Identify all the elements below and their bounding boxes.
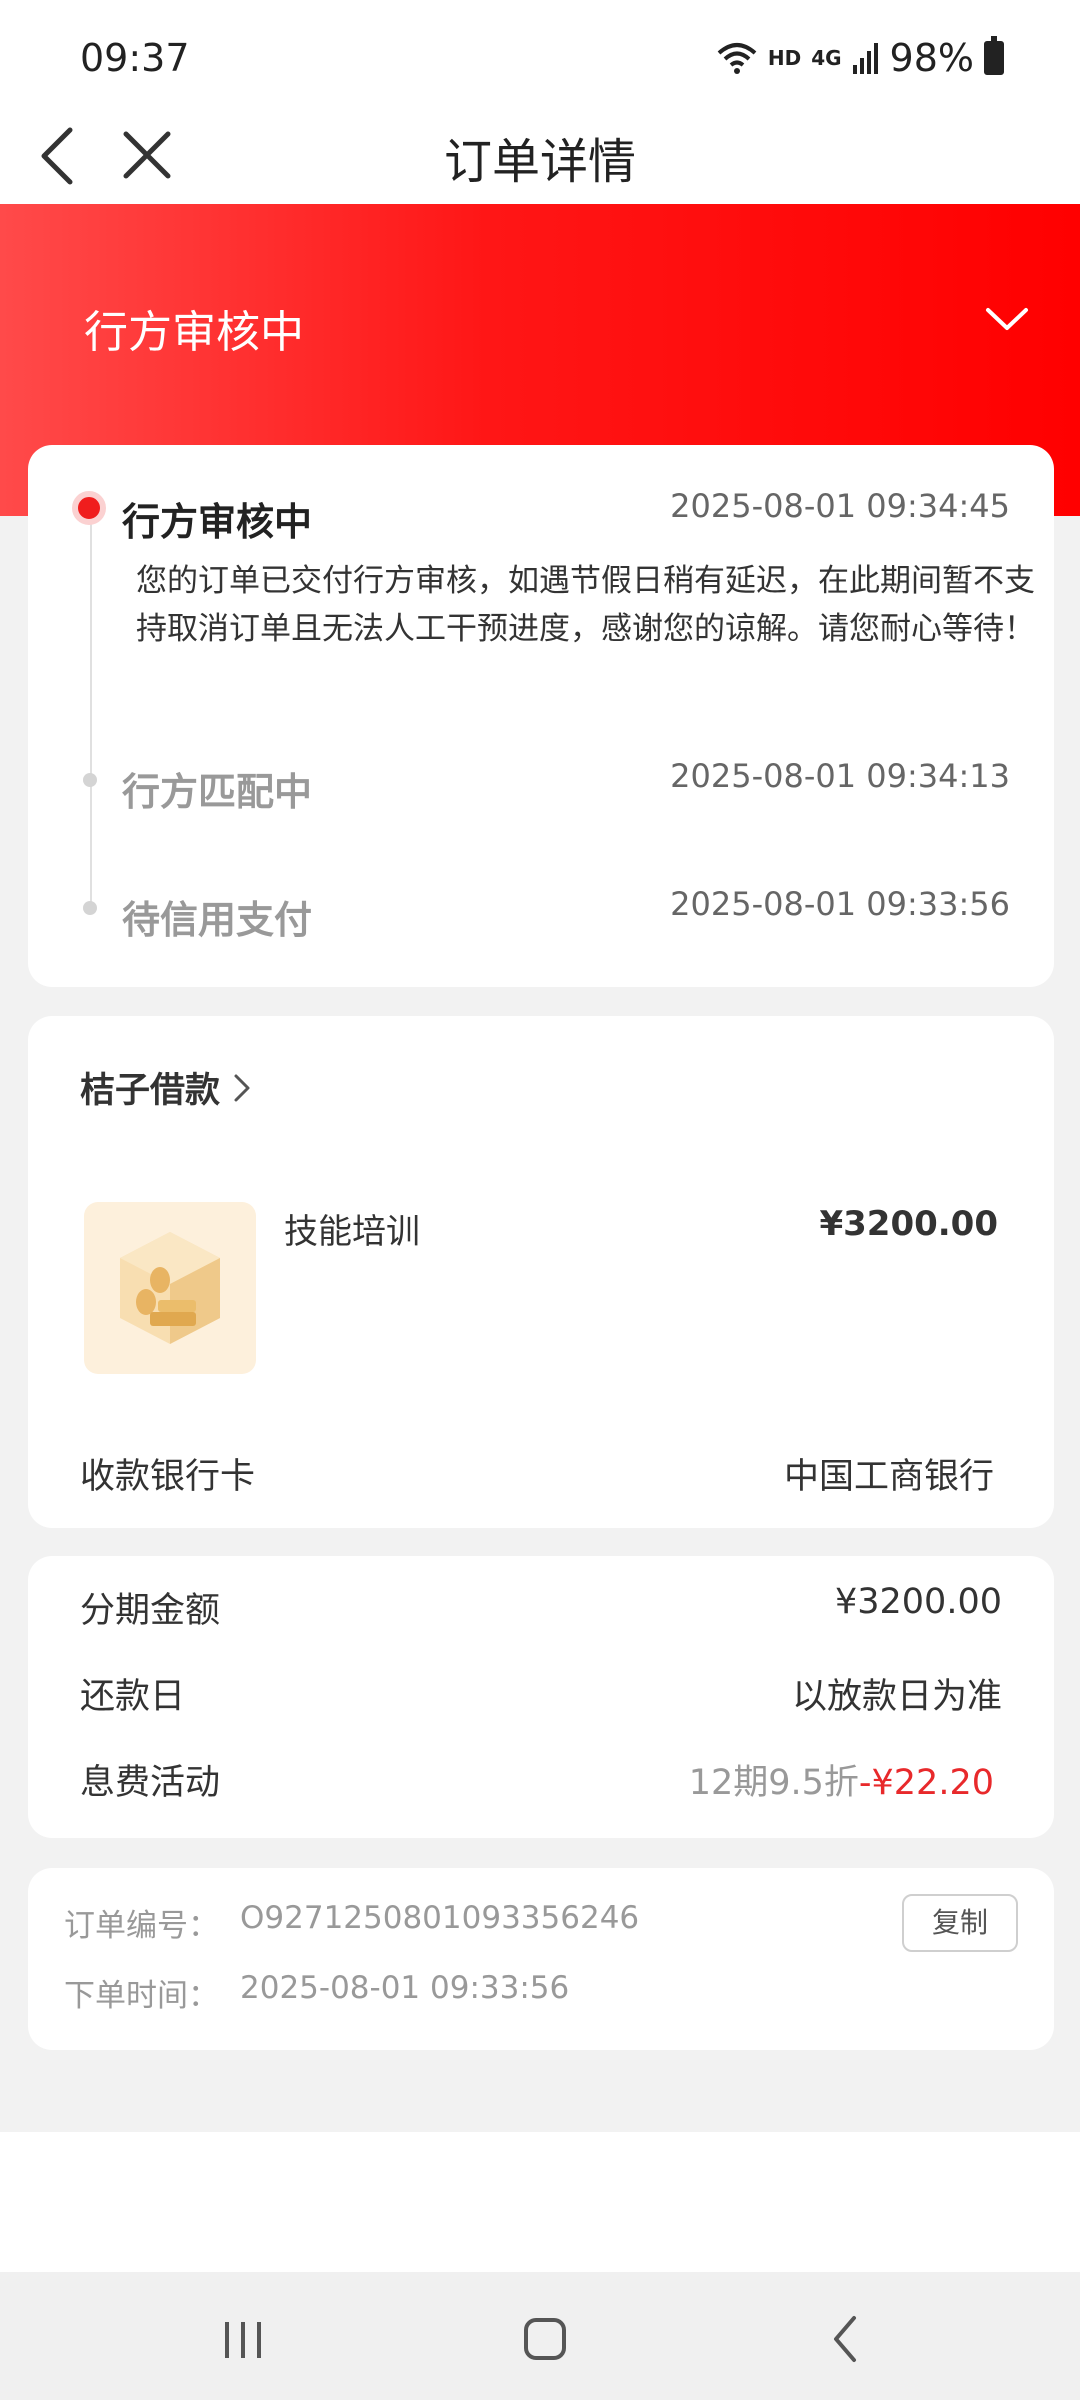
installment-amount-value: ¥3200.00	[834, 1582, 1002, 1622]
product-price: ¥3200.00	[819, 1204, 998, 1244]
fee-promo-description: 12期9.5折	[688, 1763, 859, 1803]
network-type: 4G	[811, 46, 842, 70]
product-image	[84, 1202, 256, 1374]
signal-icon	[852, 43, 878, 74]
recent-apps-icon[interactable]	[208, 2304, 278, 2374]
timeline-step-description: 您的订单已交付行方审核，如遇节假日稍有延迟，在此期间暂不支持取消订单且无法人工干…	[136, 563, 1035, 647]
status-bar: 09:37 HD 4G 98%	[0, 0, 1080, 110]
order-time-value: 2025-08-01 09:33:56	[240, 1970, 570, 2006]
hd-indicator: HD	[767, 46, 802, 70]
timeline-dot	[83, 901, 97, 915]
home-icon[interactable]	[510, 2304, 580, 2374]
timeline-step-title: 行方审核中	[122, 500, 313, 544]
nav-bar: 订单详情	[0, 110, 1080, 204]
timeline-dot	[83, 773, 97, 787]
merchant-link[interactable]: 桔子借款	[80, 1062, 252, 1113]
fee-promo-discount: -¥22.20	[858, 1763, 994, 1803]
merchant-card: 桔子借款 技能培训 ¥3200.00 收款银行卡 中国工商银行	[28, 1016, 1054, 1528]
timeline-step-time: 2025-08-01 09:34:45	[670, 487, 1010, 525]
status-indicators: HD 4G 98%	[716, 36, 1004, 80]
timeline-step-time: 2025-08-01 09:33:56	[670, 885, 1010, 923]
installment-card: 分期金额 ¥3200.00 还款日 以放款日为准 息费活动 12期9.5折-¥2…	[28, 1556, 1054, 1838]
system-nav-bar	[0, 2272, 1080, 2400]
timeline-step-time: 2025-08-01 09:34:13	[670, 757, 1010, 795]
timeline-line	[90, 507, 92, 907]
chevron-down-icon[interactable]	[982, 300, 1032, 340]
page-title: 订单详情	[443, 134, 636, 190]
battery-level: 98%	[889, 36, 974, 80]
coin-cube-icon	[120, 1232, 220, 1344]
battery-icon	[984, 36, 1004, 75]
repayment-day-value: 以放款日为准	[791, 1677, 1002, 1717]
fee-promo-value: 12期9.5折-¥22.20	[689, 1754, 994, 1805]
repayment-day-label: 还款日	[80, 1677, 186, 1717]
installment-amount-label: 分期金额	[80, 1591, 221, 1631]
wifi-icon	[717, 43, 757, 74]
bank-card-label: 收款银行卡	[80, 1457, 256, 1497]
copy-button[interactable]: 复制	[902, 1894, 1018, 1952]
order-info-card: 订单编号： O9271250801093356246 复制 下单时间： 2025…	[28, 1868, 1054, 2050]
order-status: 行方审核中	[84, 307, 304, 358]
merchant-name: 桔子借款	[80, 1071, 221, 1111]
bank-card-value: 中国工商银行	[783, 1457, 994, 1497]
order-time-label: 下单时间：	[64, 1978, 219, 2014]
order-number-value: O9271250801093356246	[240, 1900, 640, 1936]
back-nav-icon[interactable]	[812, 2304, 882, 2374]
progress-timeline: 行方审核中 2025-08-01 09:34:45 您的订单已交付行方审核，如遇…	[28, 445, 1054, 987]
timeline-step-title: 待信用支付	[122, 898, 313, 942]
product-name: 技能培训	[284, 1212, 420, 1252]
chevron-right-icon	[234, 1074, 250, 1101]
status-time: 09:37	[80, 36, 190, 80]
order-number-label: 订单编号：	[64, 1908, 219, 1944]
fee-promo-label: 息费活动	[80, 1763, 221, 1803]
timeline-active-dot	[72, 491, 106, 525]
timeline-step-title: 行方匹配中	[122, 770, 313, 814]
bottom-spacer	[0, 2132, 1080, 2272]
